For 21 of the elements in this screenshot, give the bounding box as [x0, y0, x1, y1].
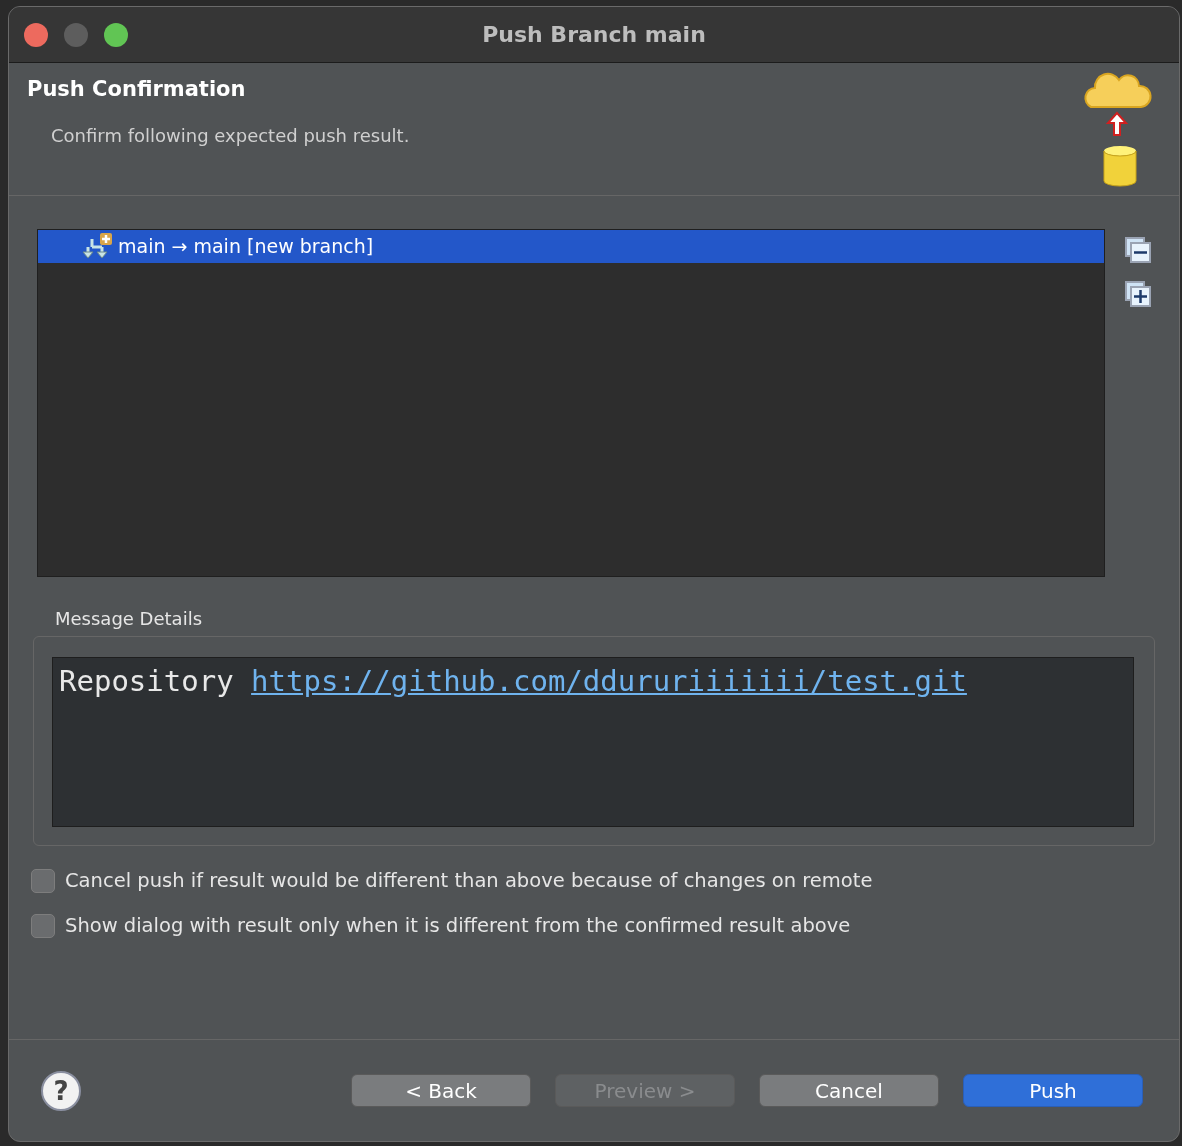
checkbox[interactable]	[31, 913, 55, 938]
page-title: Push Confirmation	[27, 77, 247, 103]
close-button[interactable]	[24, 23, 48, 47]
checkbox-label: Show dialog with result only when it is different from the confirmed result above	[65, 913, 851, 940]
checkbox[interactable]	[31, 868, 55, 893]
collapse-all-icon[interactable]	[1125, 237, 1151, 263]
tree-item[interactable]: main → main [new branch]	[38, 230, 1104, 263]
tree-item-label: main → main [new branch]	[118, 234, 374, 260]
dialog-button[interactable]: < Back	[351, 1074, 531, 1107]
push-button[interactable]: Push	[963, 1074, 1143, 1107]
checkbox-label: Cancel push if result would be different than above because of changes on remote	[65, 868, 873, 894]
page-description: Confirm following expected push result.	[51, 124, 411, 149]
window-title: Push Branch main	[482, 22, 706, 47]
zoom-button[interactable]	[104, 23, 128, 47]
branch-add-icon	[82, 232, 114, 261]
help-button[interactable]: ?	[41, 1070, 81, 1111]
group-label: Message Details	[55, 608, 202, 629]
repository-link[interactable]: https://github.com/ddururiiiiiii/test.git	[251, 664, 967, 698]
repository-label: Repository	[59, 664, 234, 698]
expand-all-icon[interactable]	[1125, 281, 1151, 307]
dialog-button[interactable]: Cancel	[759, 1074, 939, 1107]
